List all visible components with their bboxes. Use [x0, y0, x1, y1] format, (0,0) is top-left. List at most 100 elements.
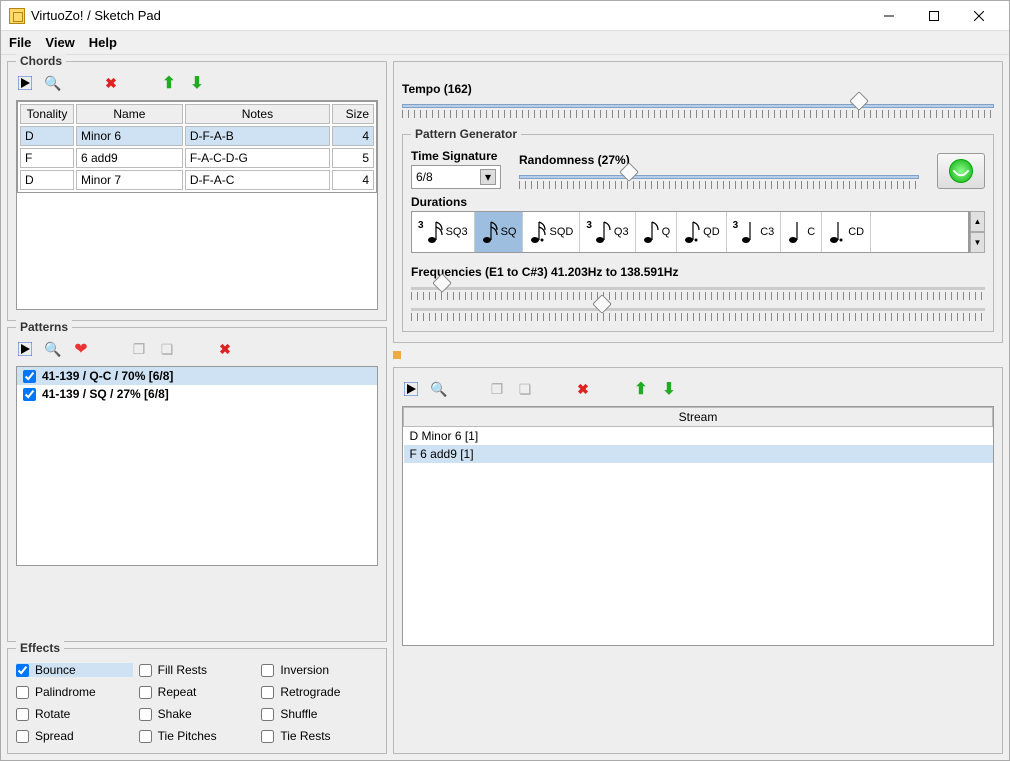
play-icon[interactable]: [16, 340, 34, 358]
col-notes[interactable]: Notes: [185, 104, 330, 124]
list-item[interactable]: 41-139 / SQ / 27% [6/8]: [17, 385, 377, 403]
duration-qd[interactable]: QD: [677, 212, 727, 252]
duration-sq3[interactable]: 3SQ3: [412, 212, 475, 252]
effect-rotate[interactable]: Rotate: [16, 707, 133, 721]
effect-checkbox[interactable]: [261, 686, 274, 699]
effect-label: Inversion: [280, 663, 329, 677]
paste-icon[interactable]: ❏: [516, 380, 534, 398]
delete-icon[interactable]: ✖: [574, 380, 592, 398]
search-icon[interactable]: 🔍: [430, 380, 448, 398]
effect-label: Palindrome: [35, 685, 96, 699]
freq-high-slider[interactable]: [411, 308, 985, 321]
copy-icon[interactable]: ❐: [488, 380, 506, 398]
effects-group: Effects BounceFill RestsInversionPalindr…: [7, 648, 387, 754]
delete-icon[interactable]: ✖: [102, 74, 120, 92]
freq-low-slider[interactable]: [411, 287, 985, 300]
menu-help[interactable]: Help: [89, 35, 117, 50]
duration-label: C3: [760, 226, 774, 238]
table-row[interactable]: D Minor 7 D-F-A-C 4: [20, 170, 374, 190]
move-down-icon[interactable]: ⬇: [660, 380, 678, 398]
duration-sq[interactable]: SQ: [475, 212, 524, 252]
table-row[interactable]: F 6 add9 F-A-C-D-G 5: [20, 148, 374, 168]
effect-checkbox[interactable]: [16, 730, 29, 743]
chords-group: Chords 🔍 ✖ ⬆ ⬇ Tonality Name Notes Size: [7, 61, 387, 321]
menu-view[interactable]: View: [45, 35, 74, 50]
durations-scroll[interactable]: ▲▼: [969, 211, 985, 253]
timesig-value: 6/8: [416, 170, 433, 184]
durations-picker[interactable]: 3SQ3SQSQD3Q3QQD3C3C CD: [411, 211, 969, 253]
table-row[interactable]: D Minor 6 [1]: [404, 427, 993, 446]
table-row[interactable]: D Minor 6 D-F-A-B 4: [20, 126, 374, 146]
duration-label: CD: [848, 226, 864, 238]
play-icon[interactable]: [402, 380, 420, 398]
effect-palindrome[interactable]: Palindrome: [16, 685, 133, 699]
randomness-slider[interactable]: [519, 175, 919, 189]
stream-toolbar: 🔍 ❐ ❏ ✖ ⬆ ⬇: [402, 380, 994, 398]
effect-label: Tie Rests: [280, 729, 330, 743]
copy-icon[interactable]: ❐: [130, 340, 148, 358]
favorite-icon[interactable]: ❤: [72, 340, 90, 358]
stream-table[interactable]: Stream D Minor 6 [1] F 6 add9 [1]: [402, 406, 994, 646]
effect-checkbox[interactable]: [139, 730, 152, 743]
effect-label: Retrograde: [280, 685, 340, 699]
effect-checkbox[interactable]: [139, 686, 152, 699]
col-size[interactable]: Size: [332, 104, 374, 124]
duration-label: SQ3: [446, 226, 468, 238]
stream-header[interactable]: Stream: [404, 408, 993, 427]
generate-button[interactable]: [937, 153, 985, 189]
pattern-checkbox[interactable]: [23, 388, 36, 401]
maximize-button[interactable]: [911, 2, 956, 30]
effect-checkbox[interactable]: [139, 708, 152, 721]
tempo-label: Tempo (162): [402, 82, 994, 96]
effect-tie-rests[interactable]: Tie Rests: [261, 729, 378, 743]
effect-checkbox[interactable]: [16, 686, 29, 699]
duration-cd[interactable]: CD: [822, 212, 871, 252]
effect-repeat[interactable]: Repeat: [139, 685, 256, 699]
chords-table[interactable]: Tonality Name Notes Size D Minor 6 D-F-A…: [17, 101, 377, 193]
col-name[interactable]: Name: [76, 104, 183, 124]
effect-inversion[interactable]: Inversion: [261, 663, 378, 677]
window-title: VirtuoZo! / Sketch Pad: [31, 8, 866, 23]
search-icon[interactable]: 🔍: [44, 74, 62, 92]
patterns-list[interactable]: 41-139 / Q-C / 70% [6/8] 41-139 / SQ / 2…: [16, 366, 378, 566]
timesig-select[interactable]: 6/8 ▾: [411, 165, 501, 189]
effect-checkbox[interactable]: [16, 664, 29, 677]
duration-label: Q3: [614, 226, 629, 238]
list-item[interactable]: 41-139 / Q-C / 70% [6/8]: [17, 367, 377, 385]
effect-shuffle[interactable]: Shuffle: [261, 707, 378, 721]
effect-fill-rests[interactable]: Fill Rests: [139, 663, 256, 677]
chords-toolbar: 🔍 ✖ ⬆ ⬇: [16, 74, 378, 92]
regenerate-icon: [949, 159, 973, 183]
move-up-icon[interactable]: ⬆: [160, 74, 178, 92]
menu-file[interactable]: File: [9, 35, 31, 50]
col-tonality[interactable]: Tonality: [20, 104, 74, 124]
effect-bounce[interactable]: Bounce: [16, 663, 133, 677]
effect-tie-pitches[interactable]: Tie Pitches: [139, 729, 256, 743]
duration-c3[interactable]: 3C3: [727, 212, 782, 252]
effect-retrograde[interactable]: Retrograde: [261, 685, 378, 699]
pattern-checkbox[interactable]: [23, 370, 36, 383]
effect-shake[interactable]: Shake: [139, 707, 256, 721]
effect-checkbox[interactable]: [16, 708, 29, 721]
effect-checkbox[interactable]: [261, 708, 274, 721]
search-icon[interactable]: 🔍: [44, 340, 62, 358]
effect-checkbox[interactable]: [261, 664, 274, 677]
play-icon[interactable]: [16, 74, 34, 92]
move-down-icon[interactable]: ⬇: [188, 74, 206, 92]
duration-q[interactable]: Q: [636, 212, 678, 252]
effect-checkbox[interactable]: [261, 730, 274, 743]
close-button[interactable]: [956, 2, 1001, 30]
delete-icon[interactable]: ✖: [216, 340, 234, 358]
tempo-slider[interactable]: [402, 104, 994, 118]
table-row[interactable]: F 6 add9 [1]: [404, 445, 993, 463]
effect-label: Tie Pitches: [158, 729, 217, 743]
move-up-icon[interactable]: ⬆: [632, 380, 650, 398]
effect-checkbox[interactable]: [139, 664, 152, 677]
duration-sqd[interactable]: SQD: [523, 212, 580, 252]
minimize-button[interactable]: [866, 2, 911, 30]
duration-q3[interactable]: 3Q3: [580, 212, 635, 252]
effect-spread[interactable]: Spread: [16, 729, 133, 743]
paste-icon[interactable]: ❏: [158, 340, 176, 358]
duration-c[interactable]: C: [781, 212, 822, 252]
app-icon: [9, 8, 25, 24]
